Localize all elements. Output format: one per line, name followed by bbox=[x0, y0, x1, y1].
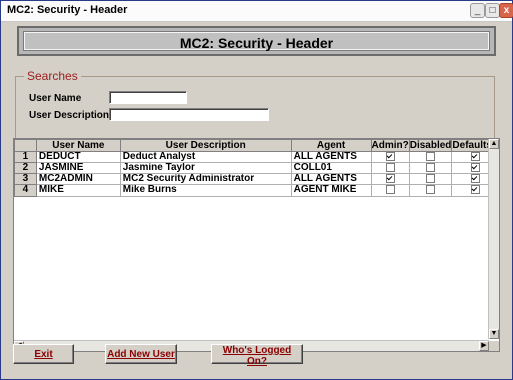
row-number[interactable]: 4 bbox=[14, 184, 37, 197]
user-description-label: User Description bbox=[29, 110, 110, 121]
cell-agent[interactable]: COLL01 bbox=[290, 162, 372, 175]
cell-user-name[interactable]: JASMINE bbox=[35, 162, 121, 175]
disabled-checkbox[interactable] bbox=[426, 152, 436, 161]
cell-disabled bbox=[408, 173, 453, 186]
column-header-user-name[interactable]: User Name bbox=[35, 139, 121, 152]
admin-checkbox[interactable] bbox=[385, 174, 395, 184]
row-number[interactable]: 1 bbox=[14, 150, 37, 164]
disabled-checkbox[interactable] bbox=[426, 174, 436, 184]
cell-user-name[interactable]: MIKE bbox=[35, 184, 121, 197]
cell-agent[interactable]: ALL AGENTS bbox=[290, 150, 372, 164]
cell-disabled bbox=[408, 162, 453, 175]
cell-user-name[interactable]: MC2ADMIN bbox=[35, 173, 121, 186]
minimize-button[interactable]: _ bbox=[470, 3, 485, 18]
form-body: MC2: Security - Header Searches User Nam… bbox=[1, 22, 512, 379]
cell-admin bbox=[370, 184, 410, 197]
row-number-header bbox=[14, 139, 37, 152]
close-button[interactable]: x bbox=[499, 3, 513, 18]
vertical-scrollbar[interactable]: ▲ ▼ bbox=[488, 139, 499, 339]
cell-admin bbox=[370, 173, 410, 186]
cell-user-description[interactable]: Deduct Analyst bbox=[119, 150, 292, 164]
defaults-checkbox[interactable] bbox=[470, 174, 480, 184]
user-description-input[interactable] bbox=[109, 108, 269, 121]
column-header-admin[interactable]: Admin? bbox=[370, 139, 410, 152]
scrollbar-corner bbox=[489, 341, 499, 351]
exit-button[interactable]: Exit bbox=[13, 344, 74, 364]
header-banner: MC2: Security - Header bbox=[17, 26, 496, 56]
user-name-input[interactable] bbox=[109, 91, 187, 104]
cell-user-description[interactable]: Mike Burns bbox=[119, 184, 292, 197]
row-number[interactable]: 3 bbox=[14, 173, 37, 186]
page-title: MC2: Security - Header bbox=[179, 35, 334, 51]
cell-user-name[interactable]: DEDUCT bbox=[35, 150, 121, 164]
table-row[interactable]: 2 JASMINE Jasmine Taylor COLL01 bbox=[14, 162, 499, 175]
cell-user-description[interactable]: MC2 Security Administrator bbox=[119, 173, 292, 186]
searches-legend: Searches bbox=[24, 69, 81, 83]
table-row[interactable]: 1 DEDUCT Deduct Analyst ALL AGENTS bbox=[14, 150, 499, 164]
table-row[interactable]: 4 MIKE Mike Burns AGENT MIKE bbox=[14, 184, 499, 197]
maximize-button[interactable]: □ bbox=[485, 3, 500, 18]
column-header-user-description[interactable]: User Description bbox=[119, 139, 292, 152]
users-grid: User Name User Description Agent Admin? … bbox=[13, 138, 500, 352]
defaults-checkbox[interactable] bbox=[470, 163, 480, 173]
whos-logged-on-button[interactable]: Who's Logged On? bbox=[211, 344, 303, 367]
searches-group: Searches User Name User Description bbox=[15, 69, 495, 147]
cell-agent[interactable]: ALL AGENTS bbox=[290, 173, 372, 186]
column-header-disabled[interactable]: Disabled bbox=[408, 139, 453, 152]
cell-user-description[interactable]: Jasmine Taylor bbox=[119, 162, 292, 175]
scroll-up-arrow-icon[interactable]: ▲ bbox=[489, 139, 499, 149]
column-header-agent[interactable]: Agent bbox=[290, 139, 372, 152]
cell-agent[interactable]: AGENT MIKE bbox=[290, 184, 372, 197]
admin-checkbox[interactable] bbox=[385, 152, 395, 161]
window-title: MC2: Security - Header bbox=[7, 4, 128, 16]
header-panel: MC2: Security - Header bbox=[23, 31, 490, 51]
defaults-checkbox[interactable] bbox=[470, 152, 480, 161]
cell-disabled bbox=[408, 150, 453, 164]
admin-checkbox[interactable] bbox=[385, 163, 395, 173]
scroll-right-arrow-icon[interactable]: ▶ bbox=[479, 341, 489, 351]
disabled-checkbox[interactable] bbox=[426, 185, 436, 195]
users-table: User Name User Description Agent Admin? … bbox=[14, 139, 499, 197]
scroll-down-arrow-icon[interactable]: ▼ bbox=[489, 329, 499, 339]
application-window: MC2: Security - Header _ □ x MC2: Securi… bbox=[0, 0, 513, 380]
disabled-checkbox[interactable] bbox=[426, 163, 436, 173]
add-new-user-button[interactable]: Add New User bbox=[105, 344, 177, 364]
admin-checkbox[interactable] bbox=[385, 185, 395, 195]
cell-admin bbox=[370, 162, 410, 175]
cell-admin bbox=[370, 150, 410, 164]
defaults-checkbox[interactable] bbox=[470, 185, 480, 195]
row-number[interactable]: 2 bbox=[14, 162, 37, 175]
header-row: User Name User Description Agent Admin? … bbox=[14, 139, 499, 152]
table-row[interactable]: 3 MC2ADMIN MC2 Security Administrator ALL A… bbox=[14, 173, 499, 186]
user-name-label: User Name bbox=[29, 93, 82, 104]
cell-disabled bbox=[408, 184, 453, 197]
title-bar[interactable]: MC2: Security - Header _ □ x bbox=[1, 1, 513, 22]
